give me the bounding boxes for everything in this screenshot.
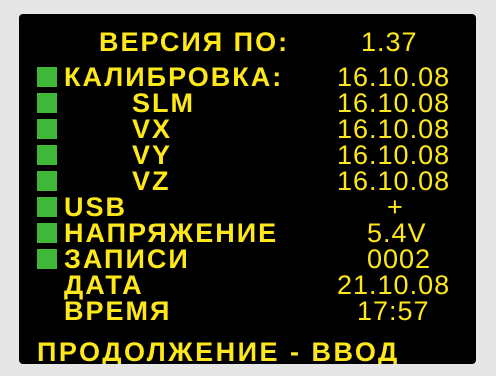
records-label: ЗАПИСИ	[64, 244, 190, 274]
usb-status-indicator	[37, 197, 57, 217]
sensor-vy-status-indicator	[37, 145, 57, 165]
voltage-label: НАПРЯЖЕНИЕ	[64, 218, 279, 248]
version-value: 1.37	[361, 27, 418, 57]
sensor-slm-status-indicator	[37, 93, 57, 113]
lcd-display: ВЕРСИЯ ПО: 1.37 КАЛИБРОВКА: 16.10.08 SLM…	[19, 14, 476, 364]
calibration-value: 16.10.08	[337, 62, 451, 92]
sensor-slm-label: SLM	[132, 88, 195, 118]
sensor-vz-status-indicator	[37, 171, 57, 191]
sensor-vz-label: VZ	[132, 166, 171, 196]
sensor-slm-value: 16.10.08	[337, 88, 451, 118]
sensor-vz-value: 16.10.08	[337, 166, 451, 196]
calibration-status-indicator	[37, 67, 57, 87]
records-value: 0002	[367, 244, 432, 274]
calibration-label: КАЛИБРОВКА:	[64, 62, 284, 92]
footer-continue-enter-hint: ПРОДОЛЖЕНИЕ - ВВОД	[37, 337, 400, 365]
records-status-indicator	[37, 249, 57, 269]
sensor-vx-status-indicator	[37, 119, 57, 139]
date-label: ДАТА	[64, 270, 144, 300]
usb-value: +	[387, 192, 404, 222]
sensor-vy-value: 16.10.08	[337, 140, 451, 170]
sensor-vx-label: VX	[132, 114, 173, 144]
sensor-vy-label: VY	[132, 140, 173, 170]
sensor-vx-value: 16.10.08	[337, 114, 451, 144]
time-value: 17:57	[357, 296, 430, 326]
usb-label: USB	[64, 192, 128, 222]
voltage-status-indicator	[37, 223, 57, 243]
date-value: 21.10.08	[337, 270, 451, 300]
version-label: ВЕРСИЯ ПО:	[99, 27, 290, 57]
voltage-value: 5.4V	[367, 218, 427, 248]
time-label: ВРЕМЯ	[64, 296, 172, 326]
